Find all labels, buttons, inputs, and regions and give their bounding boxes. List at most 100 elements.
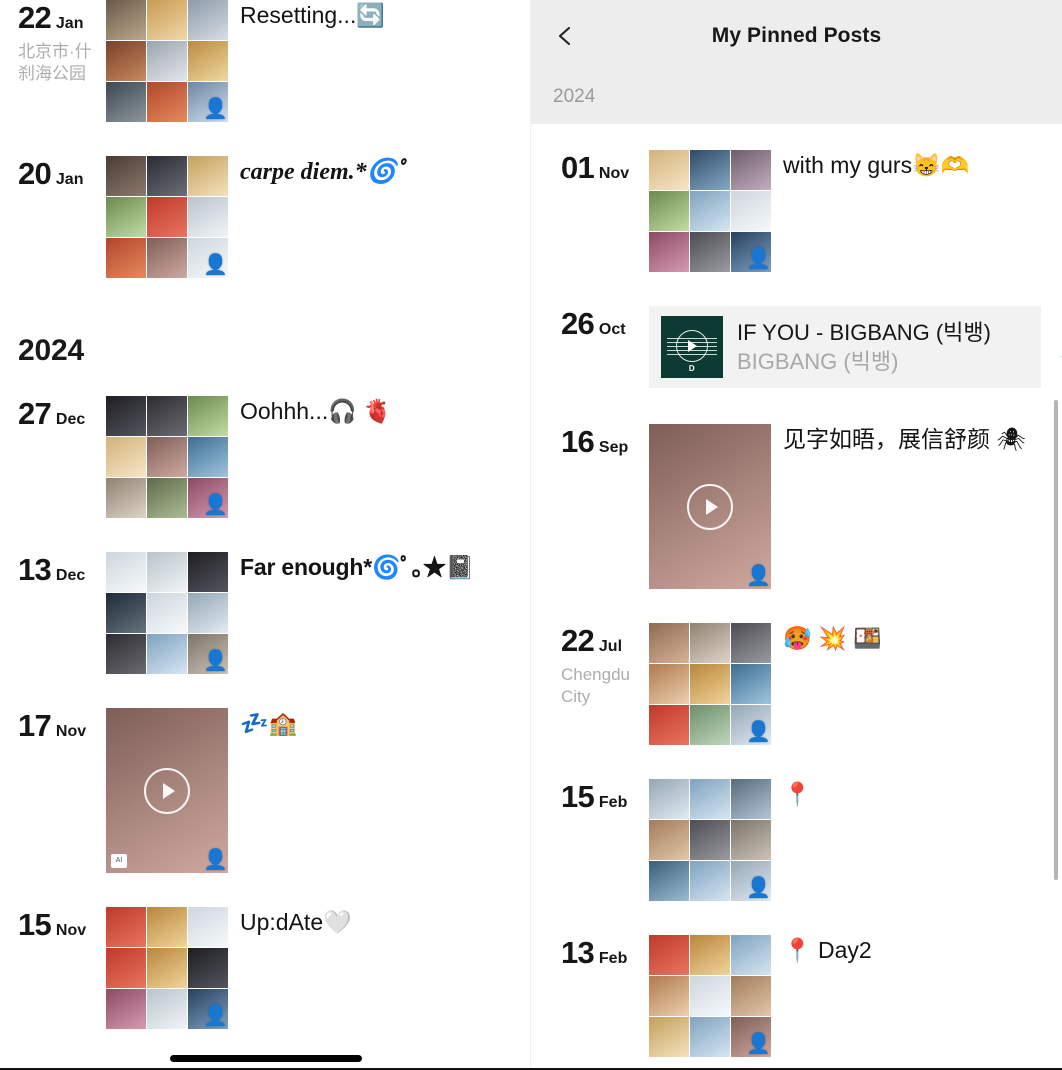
post-media-grid[interactable]: 👤 (649, 623, 771, 745)
photo-thumb[interactable] (188, 156, 228, 196)
vertical-scrollbar[interactable] (1054, 400, 1058, 880)
post-row[interactable]: 17 Nov AI 👤 💤🏫 (0, 708, 531, 873)
post-media-grid[interactable]: 👤 (649, 779, 771, 901)
photo-thumb[interactable] (690, 705, 730, 745)
photo-thumb[interactable] (106, 0, 146, 40)
photo-thumb[interactable] (188, 396, 228, 436)
photo-thumb[interactable] (106, 634, 146, 674)
photo-thumb[interactable] (690, 150, 730, 190)
post-row[interactable]: 27 Dec 👤 Oohhh...🎧 🫀 (0, 396, 531, 518)
photo-thumb[interactable] (649, 1017, 689, 1057)
photo-thumb[interactable] (649, 623, 689, 663)
photo-thumb[interactable] (690, 664, 730, 704)
photo-thumb[interactable] (690, 935, 730, 975)
photo-thumb[interactable] (106, 593, 146, 633)
post-media-grid[interactable]: 👤 (106, 552, 228, 674)
photo-thumb[interactable] (188, 0, 228, 40)
post-media-grid[interactable]: 👤 (649, 150, 771, 272)
photo-thumb[interactable] (731, 935, 771, 975)
photo-thumb[interactable] (731, 820, 771, 860)
photo-thumb[interactable] (106, 82, 146, 122)
photo-thumb[interactable] (188, 593, 228, 633)
photo-thumb[interactable] (106, 907, 146, 947)
photo-thumb[interactable] (106, 396, 146, 436)
photo-thumb[interactable]: 👤 (188, 989, 228, 1029)
photo-thumb[interactable] (188, 41, 228, 81)
post-row[interactable]: 16 Sep 👤 见字如晤，展信舒颜 🕷 (531, 424, 1062, 589)
photo-thumb[interactable] (649, 935, 689, 975)
photo-thumb[interactable] (147, 907, 187, 947)
photo-thumb[interactable] (649, 150, 689, 190)
post-media-grid[interactable]: 👤 (106, 156, 228, 278)
photo-thumb[interactable] (731, 623, 771, 663)
photo-thumb[interactable] (147, 948, 187, 988)
photo-thumb[interactable] (690, 779, 730, 819)
photo-thumb[interactable] (106, 437, 146, 477)
play-button-icon[interactable] (144, 767, 190, 814)
post-media-grid[interactable]: 👤 (649, 935, 771, 1057)
photo-thumb[interactable] (147, 593, 187, 633)
post-row[interactable]: 13 Feb 👤 📍 Day2 (531, 935, 1062, 1057)
video-thumbnail[interactable]: AI 👤 (106, 708, 228, 873)
photo-thumb[interactable] (147, 82, 187, 122)
post-media-video[interactable]: AI 👤 (106, 708, 228, 873)
photo-thumb[interactable] (188, 552, 228, 592)
photo-thumb[interactable] (106, 552, 146, 592)
photo-thumb[interactable] (690, 861, 730, 901)
photo-thumb[interactable] (106, 41, 146, 81)
photo-thumb[interactable] (188, 948, 228, 988)
music-share-card[interactable]: D IF YOU - BIGBANG (빅뱅) BIGBANG (빅뱅) 👤 (649, 306, 1062, 388)
photo-thumb[interactable] (188, 197, 228, 237)
photo-thumb[interactable] (731, 664, 771, 704)
photo-thumb[interactable] (731, 976, 771, 1016)
photo-thumb[interactable] (147, 197, 187, 237)
post-row[interactable]: 01 Nov 👤 with my gurs😸🫶 (531, 150, 1062, 272)
photo-thumb[interactable] (106, 948, 146, 988)
post-row[interactable]: 15 Nov 👤 Up:dAte🤍 (0, 907, 531, 1029)
photo-thumb[interactable] (147, 41, 187, 81)
post-row[interactable]: 15 Feb 👤 📍 (531, 779, 1062, 901)
video-thumbnail[interactable]: 👤 (649, 424, 771, 589)
back-button[interactable] (553, 23, 579, 49)
photo-thumb[interactable] (147, 437, 187, 477)
photo-thumb[interactable]: 👤 (731, 1017, 771, 1057)
photo-thumb[interactable] (731, 150, 771, 190)
photo-thumb[interactable] (690, 623, 730, 663)
photo-thumb[interactable] (731, 191, 771, 231)
photo-thumb[interactable]: 👤 (188, 238, 228, 278)
post-media-grid[interactable]: 👤 (106, 907, 228, 1029)
photo-thumb[interactable] (106, 478, 146, 518)
post-row[interactable]: 26 Oct D IF YOU - BIGBANG (빅뱅) BIGBANG (… (531, 306, 1062, 388)
photo-thumb[interactable] (106, 156, 146, 196)
photo-thumb[interactable] (147, 989, 187, 1029)
photo-thumb[interactable]: 👤 (188, 82, 228, 122)
photo-thumb[interactable] (649, 820, 689, 860)
photo-thumb[interactable] (649, 779, 689, 819)
photo-thumb[interactable] (690, 820, 730, 860)
photo-thumb[interactable] (690, 1017, 730, 1057)
photo-thumb[interactable] (106, 197, 146, 237)
post-row[interactable]: 20 Jan 👤 carpe diem.*🌀ﾟ (0, 156, 531, 278)
photo-thumb[interactable]: 👤 (731, 861, 771, 901)
post-media-video[interactable]: 👤 (649, 424, 771, 589)
photo-thumb[interactable]: 👤 (188, 634, 228, 674)
photo-thumb[interactable]: 👤 (188, 478, 228, 518)
photo-thumb[interactable] (147, 0, 187, 40)
photo-thumb[interactable] (147, 634, 187, 674)
photo-thumb[interactable] (106, 238, 146, 278)
photo-thumb[interactable] (649, 664, 689, 704)
photo-thumb[interactable] (649, 976, 689, 1016)
photo-thumb[interactable] (690, 191, 730, 231)
post-media-grid[interactable]: 👤 (106, 396, 228, 518)
photo-thumb[interactable] (731, 779, 771, 819)
post-row[interactable]: 22 Jul Chengdu City 👤 🥵 💥 🍱 (531, 623, 1062, 745)
post-media-grid[interactable]: 👤 (106, 0, 228, 122)
photo-thumb[interactable] (147, 552, 187, 592)
photo-thumb[interactable] (649, 232, 689, 272)
post-row[interactable]: 13 Dec 👤 Far enough*🌀ﾟ｡★📓 (0, 552, 531, 674)
photo-thumb[interactable] (649, 861, 689, 901)
photo-thumb[interactable] (147, 238, 187, 278)
photo-thumb[interactable] (649, 191, 689, 231)
photo-thumb[interactable] (690, 976, 730, 1016)
photo-thumb[interactable] (106, 989, 146, 1029)
